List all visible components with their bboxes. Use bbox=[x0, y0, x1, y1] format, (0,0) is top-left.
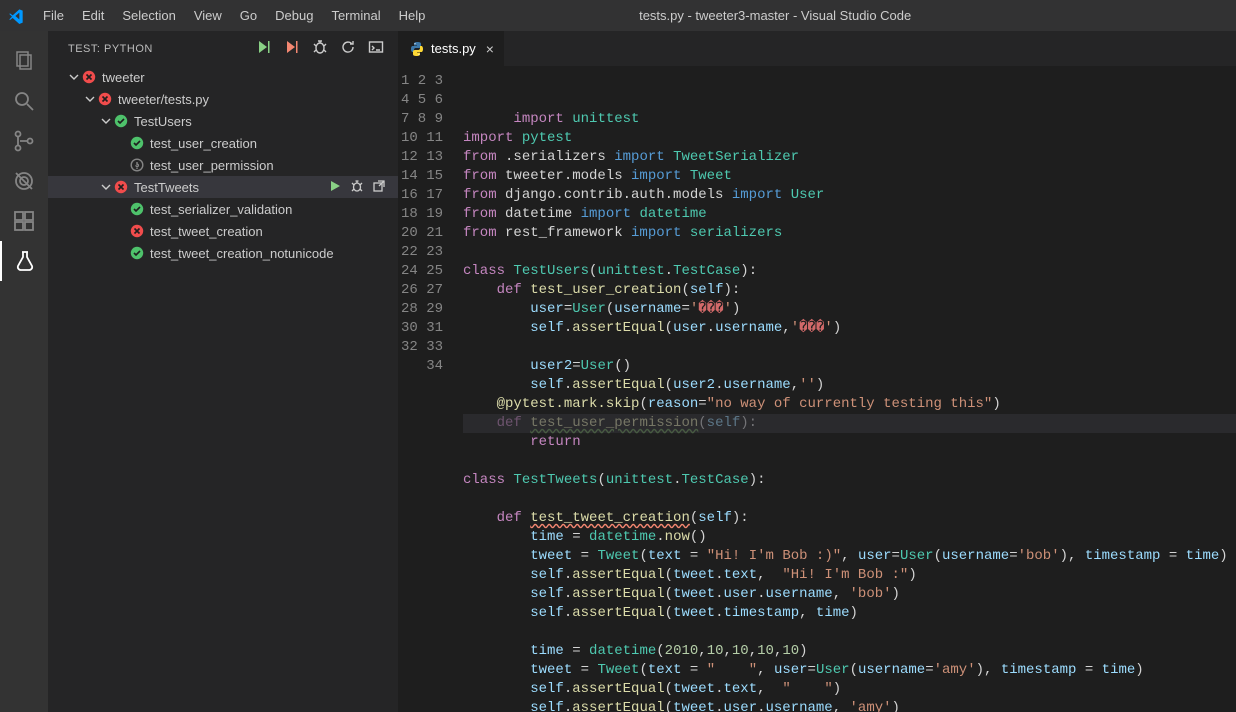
debug-tests-icon[interactable] bbox=[312, 39, 328, 58]
tree-row[interactable]: tweeter/tests.py bbox=[48, 88, 398, 110]
activity-scm-icon[interactable] bbox=[0, 121, 48, 161]
status-skip-icon bbox=[130, 158, 144, 172]
tree-label: test_user_permission bbox=[150, 158, 274, 173]
twisty-icon[interactable] bbox=[100, 116, 112, 126]
activity-test-icon[interactable] bbox=[0, 241, 48, 281]
tree-label: test_user_creation bbox=[150, 136, 257, 151]
status-pass-icon bbox=[114, 114, 128, 128]
activity-search-icon[interactable] bbox=[0, 81, 48, 121]
menu-item-edit[interactable]: Edit bbox=[73, 8, 113, 23]
tree-label: tweeter/tests.py bbox=[118, 92, 209, 107]
show-output-icon[interactable] bbox=[368, 39, 384, 58]
tree-label: TestUsers bbox=[134, 114, 192, 129]
tree-row[interactable]: test_user_permission bbox=[48, 154, 398, 176]
tree-row[interactable]: test_tweet_creation bbox=[48, 220, 398, 242]
twisty-icon[interactable] bbox=[84, 94, 96, 104]
sidebar: TEST: PYTHON tweeter tweeter/tests.py Test… bbox=[48, 31, 398, 712]
menu-bar: FileEditSelectionViewGoDebugTerminalHelp bbox=[34, 8, 434, 23]
refresh-icon[interactable] bbox=[340, 39, 356, 58]
run-test-icon[interactable] bbox=[328, 179, 342, 196]
menu-item-file[interactable]: File bbox=[34, 8, 73, 23]
sidebar-header: TEST: PYTHON bbox=[48, 31, 398, 66]
menu-item-selection[interactable]: Selection bbox=[113, 8, 184, 23]
tab-tests-py[interactable]: tests.py × bbox=[399, 31, 505, 66]
status-fail-icon bbox=[114, 180, 128, 194]
current-line-highlight bbox=[463, 414, 1236, 433]
title-bar: FileEditSelectionViewGoDebugTerminalHelp… bbox=[0, 0, 1236, 31]
menu-item-view[interactable]: View bbox=[185, 8, 231, 23]
status-fail-icon bbox=[82, 70, 96, 84]
tree-label: test_tweet_creation_notunicode bbox=[150, 246, 334, 261]
tree-label: test_tweet_creation bbox=[150, 224, 263, 239]
tree-label: test_serializer_validation bbox=[150, 202, 292, 217]
editor-area: tests.py × 1 2 3 4 5 6 7 8 9 10 11 12 13… bbox=[398, 31, 1236, 712]
run-failed-tests-icon[interactable] bbox=[284, 39, 300, 58]
vscode-logo-icon bbox=[8, 8, 24, 24]
tree-row[interactable]: TestUsers bbox=[48, 110, 398, 132]
tab-close-icon[interactable]: × bbox=[486, 41, 494, 57]
status-fail-icon bbox=[98, 92, 112, 106]
menu-item-terminal[interactable]: Terminal bbox=[322, 8, 389, 23]
tree-row[interactable]: test_user_creation bbox=[48, 132, 398, 154]
open-test-icon[interactable] bbox=[372, 179, 386, 196]
tree-row[interactable]: TestTweets bbox=[48, 176, 398, 198]
window-title: tests.py - tweeter3-master - Visual Stud… bbox=[434, 8, 1236, 23]
activity-extensions-icon[interactable] bbox=[0, 201, 48, 241]
tab-label: tests.py bbox=[431, 41, 476, 56]
python-file-icon bbox=[409, 41, 425, 57]
activity-bar bbox=[0, 31, 48, 712]
activity-explorer-icon[interactable] bbox=[0, 41, 48, 81]
debug-test-icon[interactable] bbox=[350, 179, 364, 196]
tree-row[interactable]: test_serializer_validation bbox=[48, 198, 398, 220]
activity-debug-icon[interactable] bbox=[0, 161, 48, 201]
twisty-icon[interactable] bbox=[100, 182, 112, 192]
status-pass-icon bbox=[130, 136, 144, 150]
test-tree[interactable]: tweeter tweeter/tests.py TestUsers test_use… bbox=[48, 66, 398, 712]
menu-item-help[interactable]: Help bbox=[390, 8, 435, 23]
menu-item-debug[interactable]: Debug bbox=[266, 8, 322, 23]
tree-row[interactable]: tweeter bbox=[48, 66, 398, 88]
editor-code[interactable]: import unittest import pytest from .seri… bbox=[463, 66, 1236, 712]
menu-item-go[interactable]: Go bbox=[231, 8, 266, 23]
tree-row[interactable]: test_tweet_creation_notunicode bbox=[48, 242, 398, 264]
run-all-tests-icon[interactable] bbox=[256, 39, 272, 58]
status-fail-icon bbox=[130, 224, 144, 238]
editor-tabs: tests.py × bbox=[399, 31, 1236, 66]
tree-label: tweeter bbox=[102, 70, 145, 85]
editor-gutter: 1 2 3 4 5 6 7 8 9 10 11 12 13 14 15 16 1… bbox=[399, 66, 463, 712]
twisty-icon[interactable] bbox=[68, 72, 80, 82]
status-pass-icon bbox=[130, 246, 144, 260]
sidebar-title: TEST: PYTHON bbox=[68, 43, 153, 55]
tree-label: TestTweets bbox=[134, 180, 199, 195]
status-pass-icon bbox=[130, 202, 144, 216]
